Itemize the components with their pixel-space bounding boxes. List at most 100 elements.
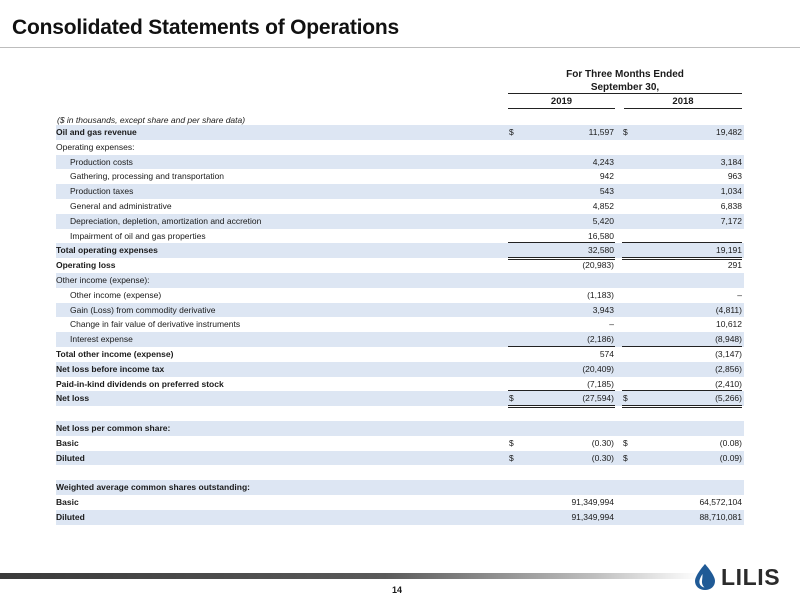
table-row-commodity-derivative: Gain (Loss) from commodity derivative 3,… bbox=[56, 302, 744, 318]
table-row-gathering: Gathering, processing and transportation… bbox=[56, 169, 744, 184]
row-label: Operating loss bbox=[56, 260, 116, 271]
table-row-production-taxes: Production taxes 543 1,034 bbox=[56, 184, 744, 199]
currency-2019: $ bbox=[509, 393, 514, 404]
value-2018: 88,710,081 bbox=[699, 511, 742, 522]
value-2019: (0.30) bbox=[591, 437, 614, 448]
table-row-total-other-income: Total other income (expense) 574 (3,147) bbox=[56, 347, 744, 362]
value-2019: (0.30) bbox=[591, 452, 614, 463]
footer-bar bbox=[0, 573, 700, 579]
table-row-operating-loss: Operating loss (20,983) 291 bbox=[56, 258, 744, 273]
page-number: 14 bbox=[392, 585, 403, 595]
value-2019: (1,183) bbox=[587, 289, 614, 300]
value-2019: 32,580 bbox=[588, 245, 614, 256]
oil-drop-icon bbox=[695, 564, 715, 590]
row-label: Net loss before income tax bbox=[56, 363, 165, 374]
table-row-eps-basic: Basic $ (0.30) $ (0.08) bbox=[56, 436, 744, 451]
value-2019: 16,580 bbox=[588, 230, 614, 241]
row-label: Basic bbox=[56, 496, 79, 507]
title-divider bbox=[0, 47, 800, 48]
value-2019: (2,186) bbox=[587, 334, 614, 345]
table-row-oil-and-gas-revenue: Oil and gas revenue $ 11,597 $ 19,482 bbox=[56, 125, 744, 140]
table-row-other-income: Other income (expense) (1,183) – bbox=[56, 288, 744, 303]
value-2019: 574 bbox=[599, 348, 614, 359]
row-label: Net loss per common share: bbox=[56, 422, 171, 433]
currency-2019: $ bbox=[509, 127, 514, 137]
logo-text: LILIS bbox=[721, 563, 781, 590]
value-2018: (0.08) bbox=[719, 437, 742, 448]
column-2019-rule bbox=[508, 108, 615, 109]
column-header-2018: 2018 bbox=[672, 96, 694, 107]
table-row-net-loss-before-tax: Net loss before income tax (20,409) (2,8… bbox=[56, 361, 744, 377]
value-2018: 1,034 bbox=[720, 186, 742, 197]
value-2019: 3,943 bbox=[592, 304, 614, 315]
value-2018: (0.09) bbox=[719, 452, 742, 463]
value-2018: 963 bbox=[727, 171, 742, 182]
table-row-spacer bbox=[56, 465, 744, 480]
table-row-per-share-header: Net loss per common share: bbox=[56, 420, 744, 436]
value-2018: 19,482 bbox=[716, 127, 742, 137]
row-label: Operating expenses: bbox=[56, 141, 135, 152]
value-2018: (3,147) bbox=[715, 348, 742, 359]
units-note: ($ in thousands, except share and per sh… bbox=[57, 115, 246, 125]
table-row-operating-expenses-header: Operating expenses: bbox=[56, 140, 744, 155]
row-label: Weighted average common shares outstandi… bbox=[56, 482, 250, 493]
value-2019: 543 bbox=[599, 186, 614, 197]
row-label: General and administrative bbox=[70, 200, 172, 211]
currency-2018: $ bbox=[623, 393, 628, 404]
value-2018: 291 bbox=[727, 260, 742, 271]
value-2019: (27,594) bbox=[582, 393, 614, 404]
value-2019: 4,852 bbox=[592, 200, 614, 211]
row-label: Other income (expense): bbox=[56, 274, 150, 285]
value-2019: 5,420 bbox=[592, 215, 614, 226]
row-label: Gain (Loss) from commodity derivative bbox=[70, 304, 216, 315]
value-2018: (2,856) bbox=[715, 363, 742, 374]
row-label: Impairment of oil and gas properties bbox=[70, 230, 206, 241]
row-label: Total operating expenses bbox=[56, 245, 158, 256]
table-row-pik-dividends: Paid-in-kind dividends on preferred stoc… bbox=[56, 377, 744, 392]
company-logo: LILIS bbox=[693, 563, 780, 591]
value-2019: 11,597 bbox=[588, 127, 614, 137]
value-2018: 3,184 bbox=[720, 156, 742, 167]
value-2018: 7,172 bbox=[720, 215, 742, 226]
value-2019: (7,185) bbox=[587, 378, 614, 389]
table-row-dd-and-a: Depreciation, depletion, amortization an… bbox=[56, 213, 744, 229]
table-row-other-income-header: Other income (expense): bbox=[56, 272, 744, 288]
currency-2018: $ bbox=[623, 127, 628, 137]
value-2019: 942 bbox=[599, 171, 614, 182]
value-2018: 6,838 bbox=[720, 200, 742, 211]
table-row-net-loss: Net loss $ (27,594) $ (5,266) bbox=[56, 391, 744, 409]
table-row-impairment: Impairment of oil and gas properties 16,… bbox=[56, 229, 744, 244]
value-2019: (20,983) bbox=[582, 260, 614, 271]
currency-2018: $ bbox=[623, 452, 628, 463]
row-label: Production costs bbox=[70, 156, 133, 167]
value-2019: 4,243 bbox=[592, 156, 614, 167]
row-label: Interest expense bbox=[70, 334, 133, 345]
table-row-weighted-shares-header: Weighted average common shares outstandi… bbox=[56, 480, 744, 495]
row-label: Change in fair value of derivative instr… bbox=[70, 319, 241, 330]
table-row-eps-diluted: Diluted $ (0.30) $ (0.09) bbox=[56, 450, 744, 466]
row-label: Production taxes bbox=[70, 186, 134, 197]
column-header-2019: 2019 bbox=[550, 96, 573, 107]
value-2018: (4,811) bbox=[715, 304, 742, 315]
value-2019: (20,409) bbox=[582, 363, 614, 374]
table-row-spacer bbox=[56, 406, 744, 421]
row-label: Other income (expense) bbox=[70, 289, 162, 300]
row-label: Paid-in-kind dividends on preferred stoc… bbox=[56, 378, 224, 389]
period-header: For Three Months Ended September 30, bbox=[508, 68, 742, 94]
row-label: Basic bbox=[56, 437, 79, 448]
currency-2018: $ bbox=[623, 437, 628, 448]
value-2018: – bbox=[737, 289, 742, 300]
column-2018-rule bbox=[624, 108, 742, 109]
row-label: Total other income (expense) bbox=[56, 348, 174, 359]
page-title: Consolidated Statements of Operations bbox=[12, 16, 399, 39]
value-2018: (5,266) bbox=[715, 393, 742, 404]
table-row-fair-value-change: Change in fair value of derivative instr… bbox=[56, 317, 744, 332]
value-2019: 91,349,994 bbox=[571, 496, 614, 507]
value-2018: 19,191 bbox=[716, 245, 742, 256]
value-2019: – bbox=[609, 319, 614, 330]
row-label: Diluted bbox=[56, 511, 85, 522]
table-row-shares-diluted: Diluted 91,349,994 88,710,081 bbox=[56, 509, 744, 525]
value-2018: (2,410) bbox=[715, 378, 742, 389]
row-label: Diluted bbox=[56, 452, 85, 463]
row-label: Depreciation, depletion, amortization an… bbox=[70, 215, 262, 226]
